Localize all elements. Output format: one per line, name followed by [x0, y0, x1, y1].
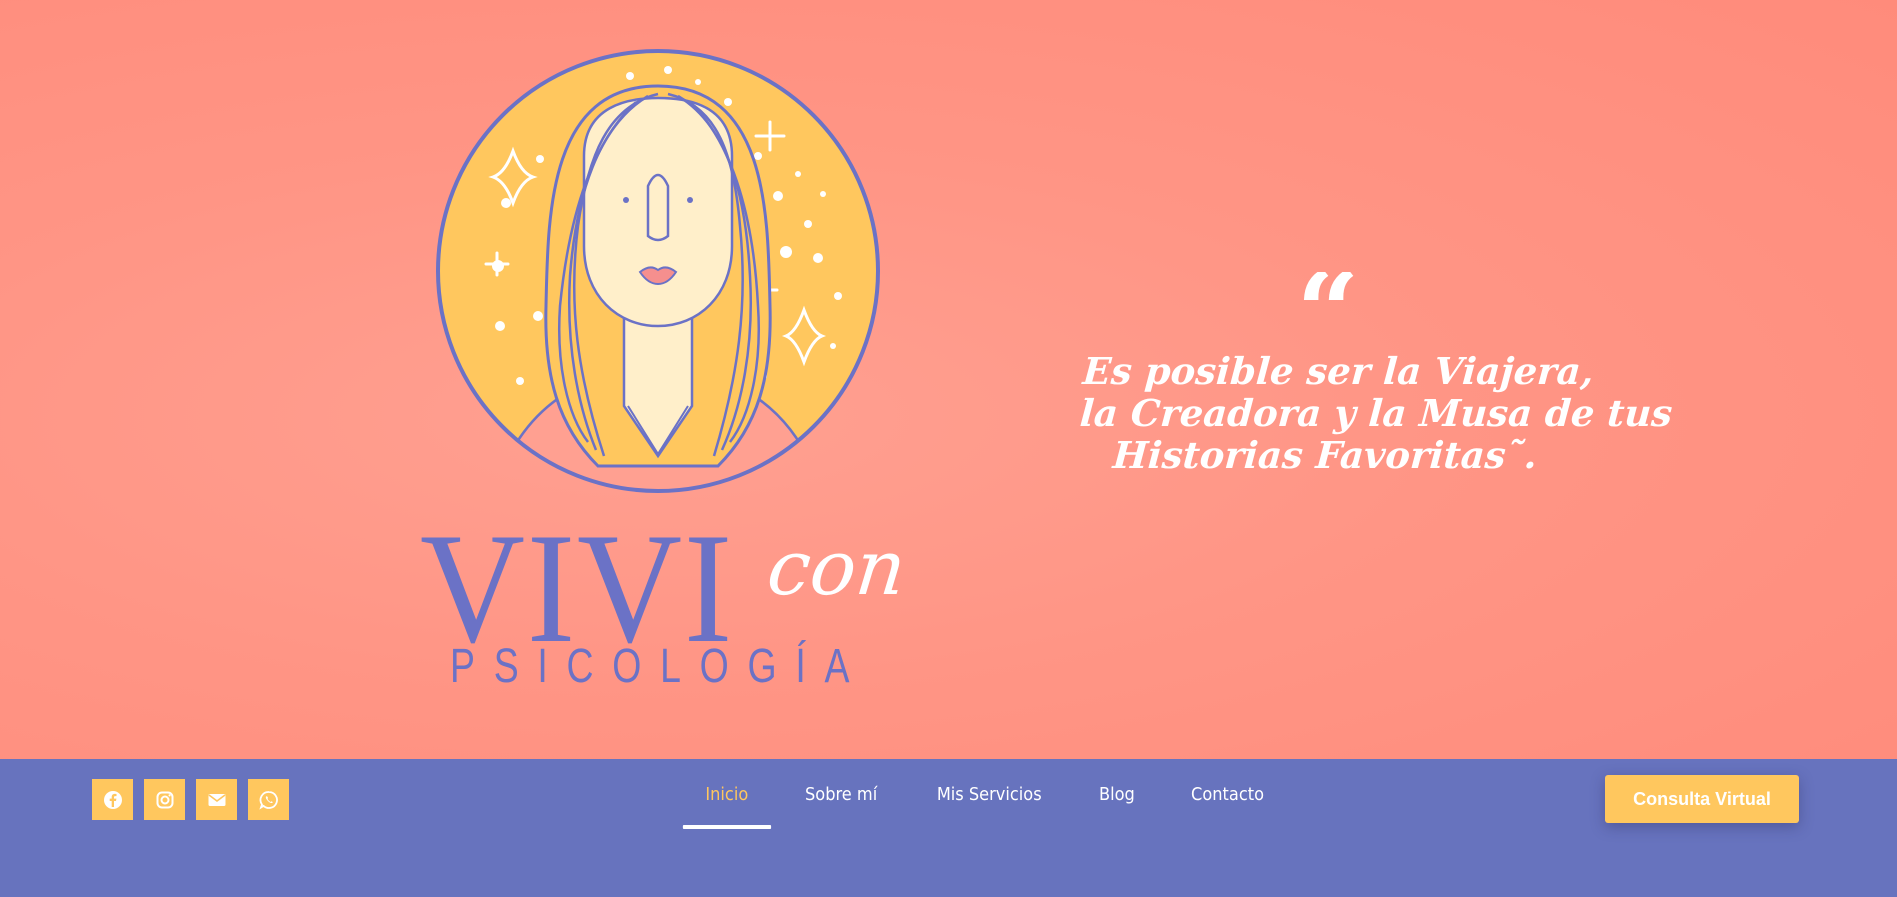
primary-nav: Inicio Sobre mí Mis Servicios Blog Conta…: [678, 759, 1293, 829]
main-navbar: Inicio Sobre mí Mis Servicios Blog Conta…: [0, 759, 1897, 897]
quote-text: Es posible ser la Viajera, la Creadora y…: [1076, 349, 1674, 477]
nav-item-label: Mis Servicios: [936, 783, 1042, 805]
nav-item-label: Sobre mí: [804, 783, 877, 805]
quote-line: la Creadora y la Musa de tus: [1078, 391, 1674, 435]
whatsapp-icon: [258, 790, 278, 810]
nav-item-sobre-mi[interactable]: Sobre mí: [782, 759, 899, 829]
quote-line: Historias Favoritas˜.: [1111, 433, 1539, 477]
nav-item-label: Inicio: [705, 783, 749, 805]
brand-subtitle: PSICOLOGÍA: [450, 640, 869, 693]
instagram-button[interactable]: [144, 779, 185, 820]
email-button[interactable]: [196, 779, 237, 820]
nav-item-label: Blog: [1099, 783, 1136, 805]
social-links: [92, 779, 289, 820]
quote-line: Es posible ser la Viajera,: [1081, 349, 1596, 393]
whatsapp-button[interactable]: [248, 779, 289, 820]
hero-quote: “ Es posible ser la Viajera, la Creadora…: [1078, 272, 1673, 477]
quote-mark-icon: “: [1296, 272, 1360, 338]
nav-item-label: Contacto: [1191, 783, 1265, 805]
nav-item-blog[interactable]: Blog: [1077, 759, 1158, 829]
hero-section: VIVI con PSICOLOGÍA “ Es posible ser la …: [0, 0, 1897, 759]
consulta-virtual-button[interactable]: Consulta Virtual: [1605, 775, 1799, 823]
nav-item-inicio[interactable]: Inicio: [682, 759, 771, 829]
portrait-illustration: [436, 49, 880, 493]
facebook-button[interactable]: [92, 779, 133, 820]
instagram-icon: [156, 791, 173, 808]
brand-logo: VIVI con PSICOLOGÍA: [420, 40, 920, 700]
brand-name-script: con: [763, 523, 911, 612]
nav-item-mis-servicios[interactable]: Mis Servicios: [914, 759, 1064, 829]
active-nav-indicator: [682, 825, 771, 829]
nav-item-contacto[interactable]: Contacto: [1169, 759, 1287, 829]
email-icon: [208, 793, 225, 806]
facebook-icon: [103, 790, 122, 809]
